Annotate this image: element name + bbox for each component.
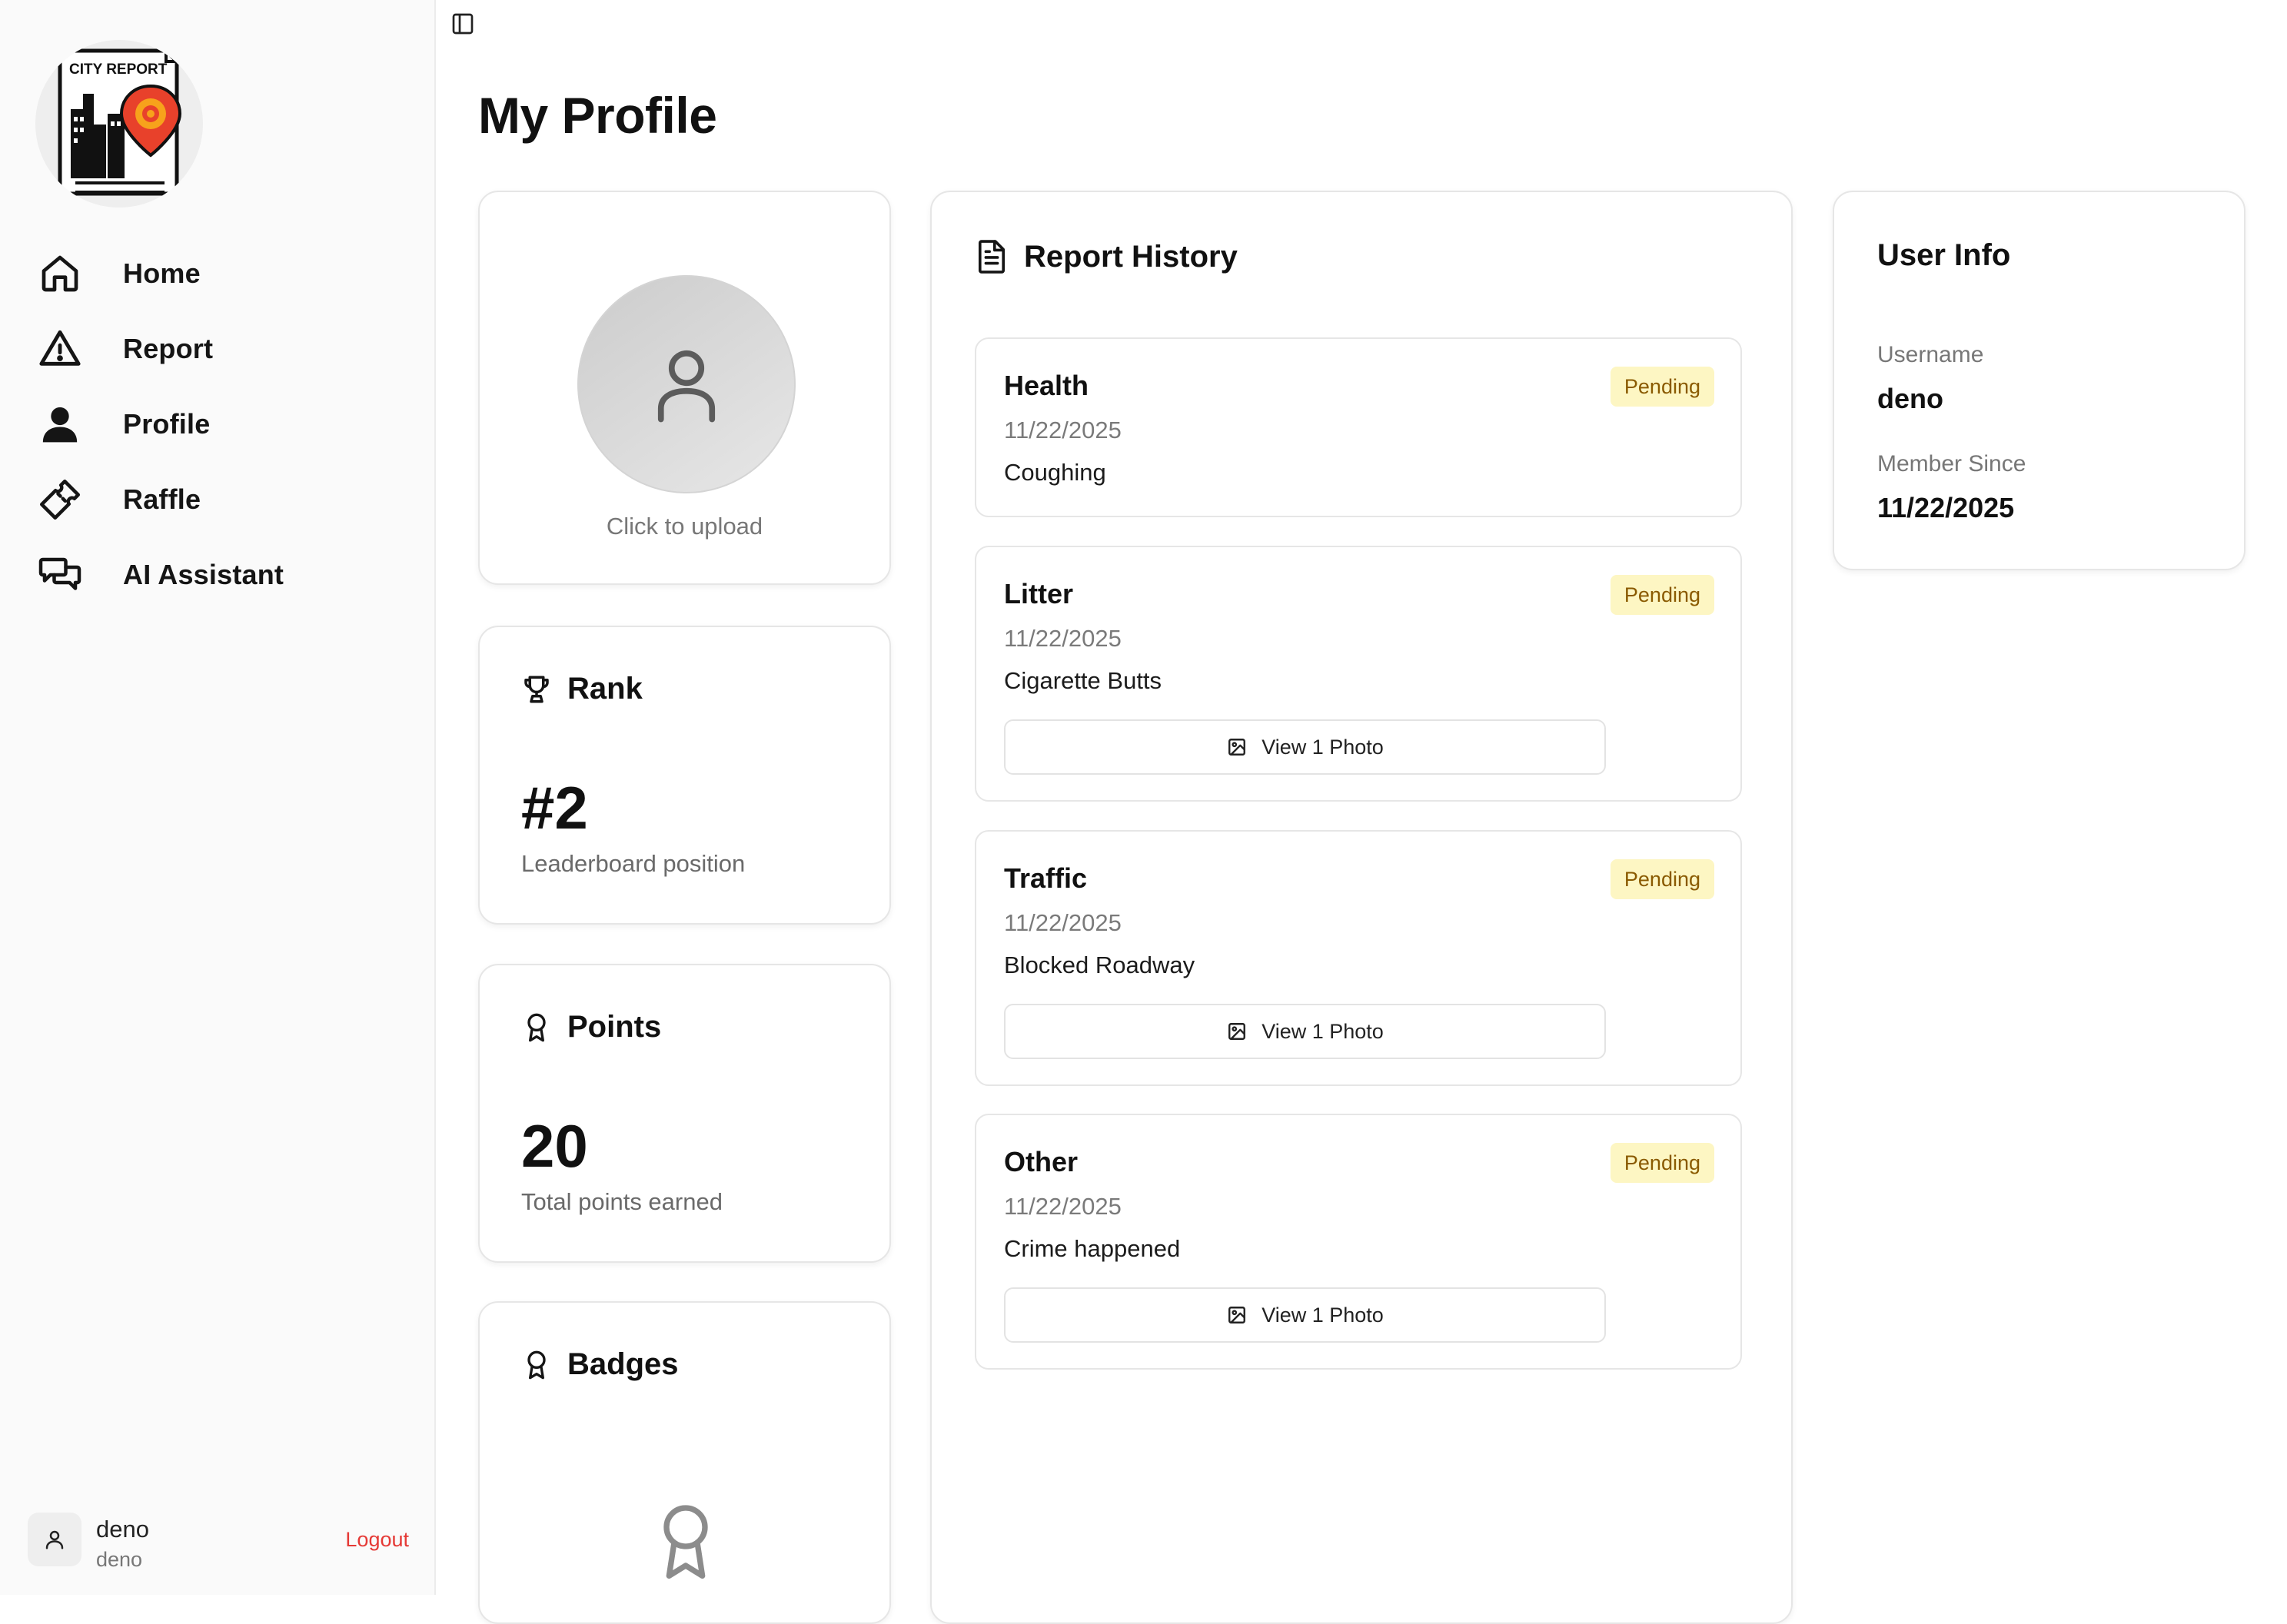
badges-card: Badges [478, 1301, 891, 1624]
document-icon [975, 238, 1009, 275]
upload-label: Click to upload [606, 513, 763, 540]
image-icon [1226, 736, 1248, 758]
view-photo-label: View 1 Photo [1262, 735, 1384, 759]
username-value: deno [1877, 383, 1943, 414]
rank-subtitle: Leaderboard position [521, 850, 746, 877]
city-report-logo[interactable]: CITY REPORT [35, 40, 203, 208]
sidebar-user: deno deno Logout [28, 1508, 412, 1577]
points-title: Points [567, 1010, 662, 1044]
report-date: 11/22/2025 [1004, 909, 1122, 936]
nav-label-profile: Profile [123, 408, 211, 440]
award-icon [520, 1011, 553, 1044]
report-date: 11/22/2025 [1004, 417, 1122, 443]
avatar-card: Click to upload [478, 191, 891, 585]
logout-button[interactable]: Logout [345, 1528, 409, 1552]
view-photo-button[interactable]: View 1 Photo [1004, 719, 1606, 775]
nav-item-report[interactable]: Report [37, 320, 406, 378]
nav-label-raffle: Raffle [123, 483, 201, 515]
report-history-title: Report History [1024, 239, 1238, 274]
username-label: Username [1877, 342, 1984, 367]
member-since-label: Member Since [1877, 451, 2026, 477]
user-info-title: User Info [1877, 238, 2011, 272]
report-history-card: Report History Health Pending 11/22/2025… [930, 191, 1793, 1624]
points-subtitle: Total points earned [521, 1188, 723, 1215]
nav-item-profile[interactable]: Profile [37, 395, 406, 453]
user-username: deno [96, 1548, 143, 1571]
report-description: Blocked Roadway [1004, 951, 1195, 978]
view-photo-button[interactable]: View 1 Photo [1004, 1004, 1606, 1059]
status-badge: Pending [1610, 575, 1714, 615]
rank-card: Rank #2 Leaderboard position [478, 626, 891, 925]
status-badge: Pending [1610, 859, 1714, 899]
report-category: Health [1004, 370, 1089, 401]
report-date: 11/22/2025 [1004, 1193, 1122, 1220]
sidebar-toggle-icon [452, 13, 474, 35]
rank-value: #2 [521, 774, 588, 842]
report-description: Cigarette Butts [1004, 667, 1162, 694]
report-category: Traffic [1004, 862, 1088, 894]
points-card: Points 20 Total points earned [478, 964, 891, 1263]
status-badge: Pending [1610, 1143, 1714, 1183]
report-item[interactable]: Traffic Pending 11/22/2025 Blocked Roadw… [975, 830, 1742, 1086]
sidebar-toggle-button[interactable] [450, 11, 476, 37]
warning-triangle-icon [37, 326, 83, 372]
rank-title: Rank [567, 672, 643, 706]
chat-bubbles-icon [37, 552, 83, 598]
member-since-value: 11/22/2025 [1877, 492, 2015, 523]
avatar-upload-button[interactable] [577, 275, 796, 493]
view-photo-label: View 1 Photo [1262, 1303, 1384, 1327]
report-date: 11/22/2025 [1004, 625, 1122, 652]
image-icon [1226, 1304, 1248, 1326]
view-photo-button[interactable]: View 1 Photo [1004, 1287, 1606, 1343]
nav-label-ai-assistant: AI Assistant [123, 559, 284, 590]
report-description: Coughing [1004, 459, 1106, 486]
award-icon [520, 1348, 553, 1382]
report-item[interactable]: Other Pending 11/22/2025 Crime happened … [975, 1114, 1742, 1370]
user-display-name: deno [96, 1516, 149, 1543]
nav-item-raffle[interactable]: Raffle [37, 470, 406, 529]
home-icon [37, 251, 83, 297]
report-item[interactable]: Litter Pending 11/22/2025 Cigarette Butt… [975, 546, 1742, 802]
status-badge: Pending [1610, 367, 1714, 407]
logo-text: CITY REPORT [69, 61, 168, 78]
user-avatar-icon [45, 1530, 64, 1549]
report-description: Crime happened [1004, 1235, 1181, 1262]
ticket-icon [37, 477, 83, 523]
badge-placeholder-icon [655, 1503, 716, 1586]
page-title: My Profile [478, 87, 717, 144]
view-photo-label: View 1 Photo [1262, 1019, 1384, 1043]
points-value: 20 [521, 1112, 588, 1180]
trophy-icon [520, 673, 553, 706]
report-item[interactable]: Health Pending 11/22/2025 Coughing [975, 337, 1742, 517]
badges-title: Badges [567, 1347, 679, 1381]
report-category: Litter [1004, 578, 1073, 609]
sidebar: CITY REPORT Home Report Profile Raffle A… [0, 0, 436, 1595]
report-category: Other [1004, 1146, 1079, 1177]
user-icon [37, 401, 83, 447]
nav-item-ai-assistant[interactable]: AI Assistant [37, 546, 406, 604]
nav-item-home[interactable]: Home [37, 244, 406, 303]
nav-label-home: Home [123, 257, 201, 289]
nav-label-report: Report [123, 333, 214, 364]
image-icon [1226, 1021, 1248, 1042]
user-info-card: User Info Username deno Member Since 11/… [1833, 191, 2245, 570]
user-placeholder-icon [657, 350, 716, 423]
avatar[interactable] [28, 1513, 81, 1566]
